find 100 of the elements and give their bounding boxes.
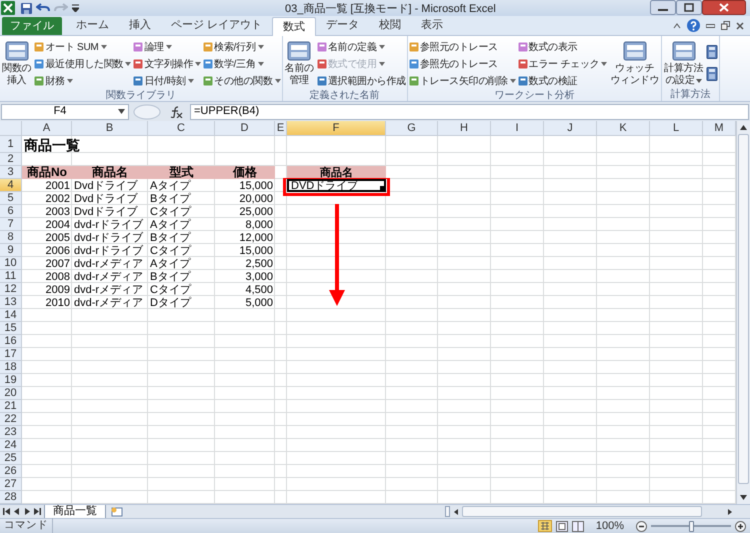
row-header[interactable]: 28 <box>0 491 22 504</box>
sheet-tab[interactable]: 商品一覧 <box>44 504 106 518</box>
maximize-icon[interactable] <box>676 0 702 15</box>
zoom-out-icon[interactable] <box>636 520 647 532</box>
calculator-icon[interactable] <box>706 67 718 81</box>
ribbon-tab[interactable]: 挿入 <box>119 16 161 35</box>
ribbon-button[interactable]: 文字列操作 <box>133 56 201 72</box>
column-header[interactable]: I <box>491 121 544 136</box>
split-handle-icon[interactable] <box>445 506 450 517</box>
ribbon-button[interactable]: 日付/時刻 <box>133 73 201 89</box>
ribbon-tab[interactable]: 表示 <box>411 16 454 35</box>
column-header[interactable]: H <box>438 121 491 136</box>
row-header[interactable]: 10 <box>0 257 22 270</box>
save-icon[interactable] <box>21 2 32 14</box>
row-header[interactable]: 14 <box>0 309 22 322</box>
row-header[interactable]: 21 <box>0 400 22 413</box>
row-header[interactable]: 8 <box>0 231 22 244</box>
ribbon-button[interactable]: 検索/行列 <box>203 39 280 55</box>
close-icon[interactable] <box>736 22 744 30</box>
row-header[interactable]: 12 <box>0 283 22 296</box>
row-header[interactable]: 6 <box>0 205 22 218</box>
column-header[interactable]: M <box>703 121 736 136</box>
column-header[interactable]: C <box>148 121 215 136</box>
ribbon-tab[interactable]: ホーム <box>66 16 119 35</box>
first-sheet-icon[interactable] <box>3 508 10 515</box>
column-header[interactable]: B <box>72 121 148 136</box>
row-header[interactable]: 15 <box>0 322 22 335</box>
zoom-slider[interactable] <box>651 520 731 532</box>
ribbon-button[interactable]: オート SUM <box>34 39 132 55</box>
restore-icon[interactable] <box>721 21 730 30</box>
ribbon-button[interactable]: 名前の定義 <box>316 39 406 55</box>
row-header[interactable]: 24 <box>0 439 22 452</box>
column-header[interactable]: K <box>597 121 650 136</box>
zoom-in-icon[interactable] <box>735 520 746 532</box>
row-header[interactable]: 18 <box>0 361 22 374</box>
page-layout-icon[interactable] <box>556 520 568 532</box>
help-icon[interactable] <box>687 19 700 32</box>
ribbon-tab[interactable]: データ <box>316 16 370 35</box>
scroll-left-icon[interactable] <box>452 508 460 516</box>
ribbon-button[interactable]: トレース矢印の削除 <box>408 73 516 89</box>
handle-icon[interactable] <box>132 104 162 120</box>
ribbon-button[interactable]: 参照先のトレース <box>408 56 516 72</box>
ribbon-button[interactable]: 関数の 挿入 <box>1 39 32 89</box>
ribbon-button[interactable]: 計算方法 の設定 <box>663 39 704 88</box>
last-sheet-icon[interactable] <box>34 508 41 515</box>
ribbon-button[interactable]: その他の関数 <box>203 73 280 89</box>
collapse-ribbon-icon[interactable] <box>673 22 681 28</box>
column-header[interactable]: G <box>386 121 438 136</box>
ribbon-button[interactable]: 論理 <box>133 39 201 55</box>
ribbon-button[interactable]: 最近使用した関数 <box>34 56 132 72</box>
file-tab[interactable]: ファイル <box>2 17 62 35</box>
row-header[interactable]: 23 <box>0 426 22 439</box>
spreadsheet-icon[interactable] <box>1 1 15 15</box>
minimize-icon[interactable] <box>706 24 715 28</box>
close-icon[interactable] <box>702 0 746 15</box>
minimize-icon[interactable] <box>650 0 676 15</box>
row-header[interactable]: 5 <box>0 192 22 205</box>
ribbon-button[interactable]: 数式の表示 <box>518 39 608 55</box>
row-header[interactable]: 2 <box>0 153 22 166</box>
next-sheet-icon[interactable] <box>24 508 30 515</box>
customize-icon[interactable] <box>72 4 79 12</box>
row-header[interactable]: 4 <box>0 179 22 192</box>
column-header[interactable]: J <box>544 121 597 136</box>
scrollbar-thumb[interactable] <box>462 506 702 517</box>
row-header[interactable]: 1 <box>0 136 22 153</box>
row-header[interactable]: 16 <box>0 335 22 348</box>
ribbon-button[interactable]: ウォッチ ウィンドウ <box>609 39 660 89</box>
page-break-icon[interactable] <box>572 520 584 532</box>
ribbon-tab[interactable]: ページ レイアウト <box>161 16 272 35</box>
row-header[interactable]: 27 <box>0 478 22 491</box>
column-header[interactable]: L <box>650 121 703 136</box>
fill-handle[interactable] <box>380 186 384 190</box>
ribbon-button[interactable]: 財務 <box>34 73 132 89</box>
row-header[interactable]: 26 <box>0 465 22 478</box>
row-header[interactable]: 7 <box>0 218 22 231</box>
ribbon-button[interactable]: 選択範囲から作成 <box>316 73 406 89</box>
ribbon-button[interactable]: 数学/三角 <box>203 56 280 72</box>
column-header[interactable]: E <box>275 121 287 136</box>
ribbon-tab[interactable]: 校閲 <box>369 16 412 35</box>
slider-thumb[interactable] <box>689 520 694 532</box>
undo-icon[interactable] <box>36 3 50 13</box>
row-header[interactable]: 11 <box>0 270 22 283</box>
column-header[interactable]: A <box>22 121 72 136</box>
ribbon-button[interactable]: 参照元のトレース <box>408 39 516 55</box>
row-header[interactable]: 25 <box>0 452 22 465</box>
previous-sheet-icon[interactable] <box>14 508 20 515</box>
ribbon-button[interactable]: 数式の検証 <box>518 73 608 89</box>
ribbon-tab[interactable]: 数式 <box>272 17 316 36</box>
row-header[interactable]: 17 <box>0 348 22 361</box>
scroll-right-icon[interactable] <box>726 508 734 516</box>
row-header[interactable]: 9 <box>0 244 22 257</box>
scrollbar-thumb[interactable] <box>738 134 749 484</box>
column-header[interactable]: D <box>215 121 275 136</box>
row-header[interactable]: 3 <box>0 166 22 179</box>
calculator-icon[interactable] <box>706 45 718 59</box>
row-header[interactable]: 13 <box>0 296 22 309</box>
ribbon-button[interactable]: エラー チェック <box>518 56 608 72</box>
ribbon-button[interactable]: 名前の 管理 <box>284 39 315 89</box>
formula-field[interactable]: =UPPER(B4) <box>190 104 749 120</box>
name-box[interactable]: F4 <box>1 104 129 120</box>
